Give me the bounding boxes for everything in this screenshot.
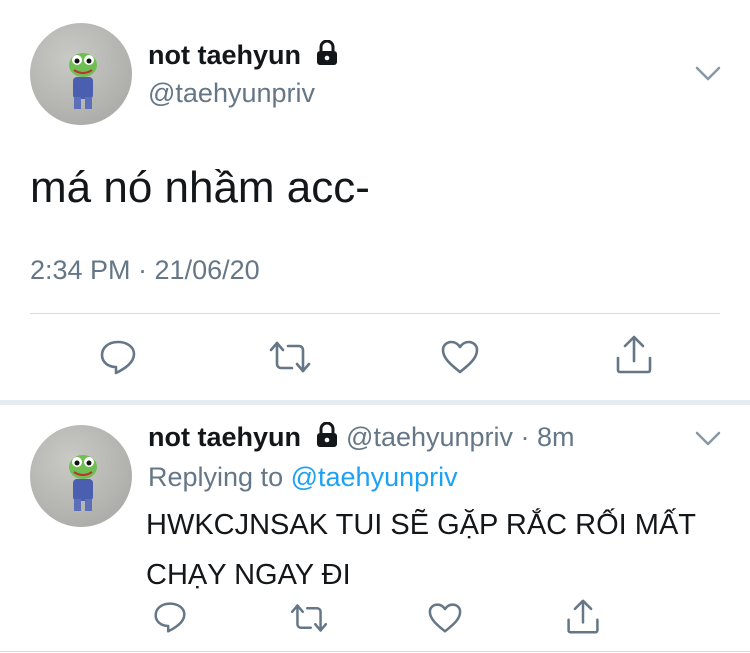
like-icon[interactable]	[440, 339, 480, 375]
lock-icon	[315, 39, 339, 73]
reply-display-name[interactable]: not taehyun	[148, 422, 301, 452]
frog-avatar-image	[69, 455, 97, 511]
chevron-down-icon[interactable]	[695, 430, 721, 448]
retweet-icon[interactable]	[268, 339, 312, 375]
handle[interactable]: @taehyunpriv	[148, 78, 315, 109]
frog-avatar-image	[69, 53, 97, 109]
divider	[30, 313, 720, 314]
tweet-text: má nó nhầm acc-	[30, 163, 370, 212]
lock-icon	[315, 421, 339, 455]
reply-icon[interactable]	[99, 338, 137, 376]
share-icon[interactable]	[565, 598, 601, 636]
display-name[interactable]: not taehyun	[148, 40, 301, 70]
like-icon[interactable]	[427, 602, 463, 634]
avatar[interactable]	[30, 23, 132, 125]
chevron-down-icon[interactable]	[695, 65, 721, 83]
replying-to-prefix: Replying to	[148, 462, 284, 492]
share-icon[interactable]	[614, 334, 654, 376]
section-divider	[0, 400, 750, 405]
tweet-timestamp[interactable]: 2:34 PM · 21/06/20	[30, 255, 260, 286]
reply-handle[interactable]: @taehyunpriv	[346, 422, 513, 452]
replying-to: Replying to @taehyunpriv	[148, 462, 458, 493]
reply-text: HWKCJNSAK TUI SẼ GẶP RẮC RỐI MẤT CHẠY NG…	[146, 509, 696, 591]
replying-to-link[interactable]: @taehyunpriv	[291, 462, 458, 492]
reply-icon[interactable]	[153, 600, 187, 634]
retweet-icon[interactable]	[289, 602, 329, 634]
divider	[0, 651, 750, 652]
reply-age[interactable]: · 8m	[521, 422, 575, 452]
reply-avatar[interactable]	[30, 425, 132, 527]
